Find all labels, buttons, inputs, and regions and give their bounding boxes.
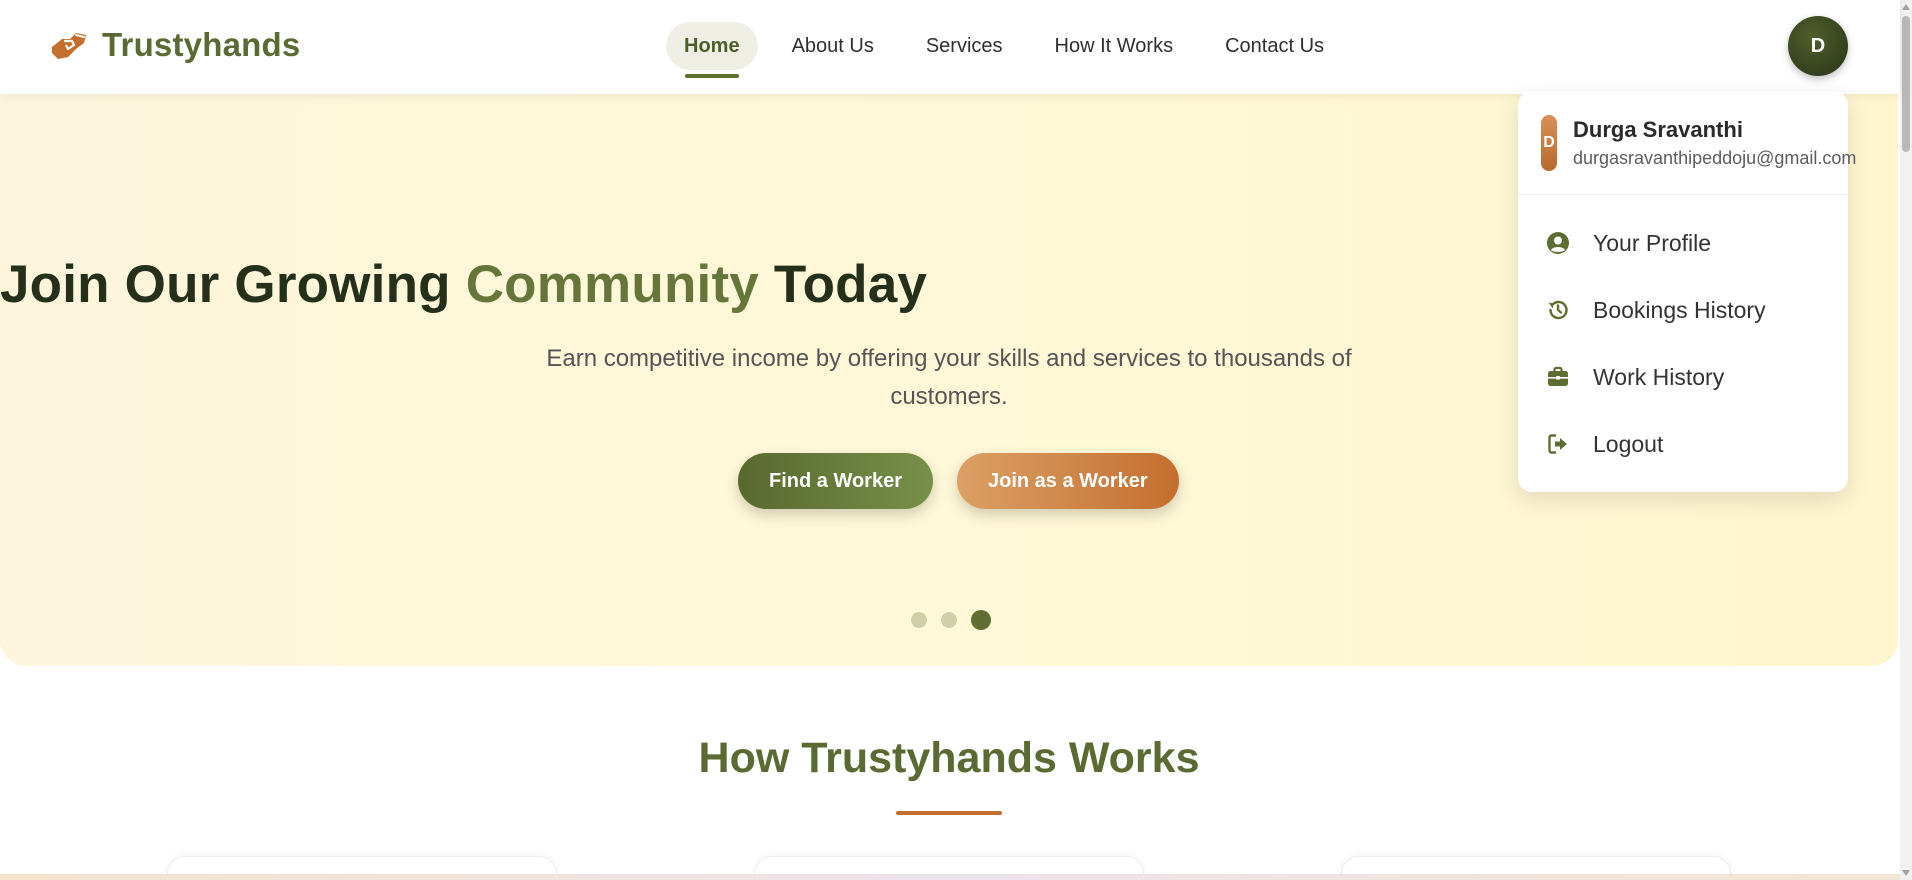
menu-label: Work History (1593, 363, 1725, 390)
dropdown-avatar: D (1541, 115, 1557, 171)
nav-how-it-works[interactable]: How It Works (1037, 22, 1192, 70)
history-icon (1546, 298, 1570, 322)
menu-your-profile[interactable]: Your Profile (1518, 215, 1848, 271)
menu-label: Bookings History (1593, 296, 1766, 323)
menu-logout[interactable]: Logout (1518, 416, 1848, 472)
user-info: D Durga Sravanthi durgasravanthipeddoju@… (1518, 91, 1856, 195)
carousel-dot-3[interactable] (971, 610, 991, 630)
user-name: Durga Sravanthi (1573, 117, 1743, 142)
user-avatar-button[interactable]: D (1788, 16, 1848, 76)
find-worker-button[interactable]: Find a Worker (738, 453, 933, 509)
scroll-up-arrow-icon[interactable] (1902, 4, 1910, 10)
scroll-down-arrow-icon[interactable] (1902, 870, 1910, 876)
nav-services[interactable]: Services (908, 22, 1021, 70)
menu-work-history[interactable]: Work History (1518, 349, 1848, 405)
page-scrollbar[interactable] (1900, 0, 1912, 880)
hero-title-accent: Community (465, 255, 759, 314)
logout-icon (1546, 432, 1570, 456)
nav-contact-us[interactable]: Contact Us (1207, 22, 1342, 70)
how-it-works-title: How Trustyhands Works (698, 734, 1200, 782)
bottom-strip (0, 874, 1900, 880)
carousel-dots (911, 610, 991, 630)
hero-title-part1: Join Our Growing (0, 255, 466, 314)
hero-title-part2: Today (759, 255, 928, 314)
top-navbar: Trustyhands Home About Us Services How I… (0, 0, 1900, 94)
brand-logo[interactable]: Trustyhands (48, 26, 300, 64)
user-email: durgasravanthipeddoju@gmail.com (1573, 148, 1857, 168)
menu-label: Logout (1593, 430, 1664, 457)
user-circle-icon (1546, 231, 1570, 255)
handshake-icon (52, 33, 86, 59)
menu-label: Your Profile (1593, 229, 1712, 256)
carousel-dot-2[interactable] (941, 612, 957, 628)
title-underline (896, 811, 1002, 815)
hero-subtitle: Earn competitive income by offering your… (546, 345, 1352, 410)
carousel-dot-1[interactable] (911, 612, 927, 628)
nav-about-us[interactable]: About Us (774, 22, 892, 70)
briefcase-icon (1546, 365, 1570, 389)
brand-name: Trustyhands (102, 26, 301, 63)
hero-actions: Find a Worker Join as a Worker (738, 453, 1179, 509)
nav-home[interactable]: Home (666, 22, 758, 70)
menu-bookings-history[interactable]: Bookings History (1518, 282, 1848, 338)
main-nav: Home About Us Services How It Works Cont… (666, 22, 1342, 70)
scrollbar-thumb[interactable] (1902, 16, 1910, 152)
join-as-worker-button[interactable]: Join as a Worker (957, 453, 1179, 509)
user-dropdown-menu: D Durga Sravanthi durgasravanthipeddoju@… (1518, 91, 1856, 492)
